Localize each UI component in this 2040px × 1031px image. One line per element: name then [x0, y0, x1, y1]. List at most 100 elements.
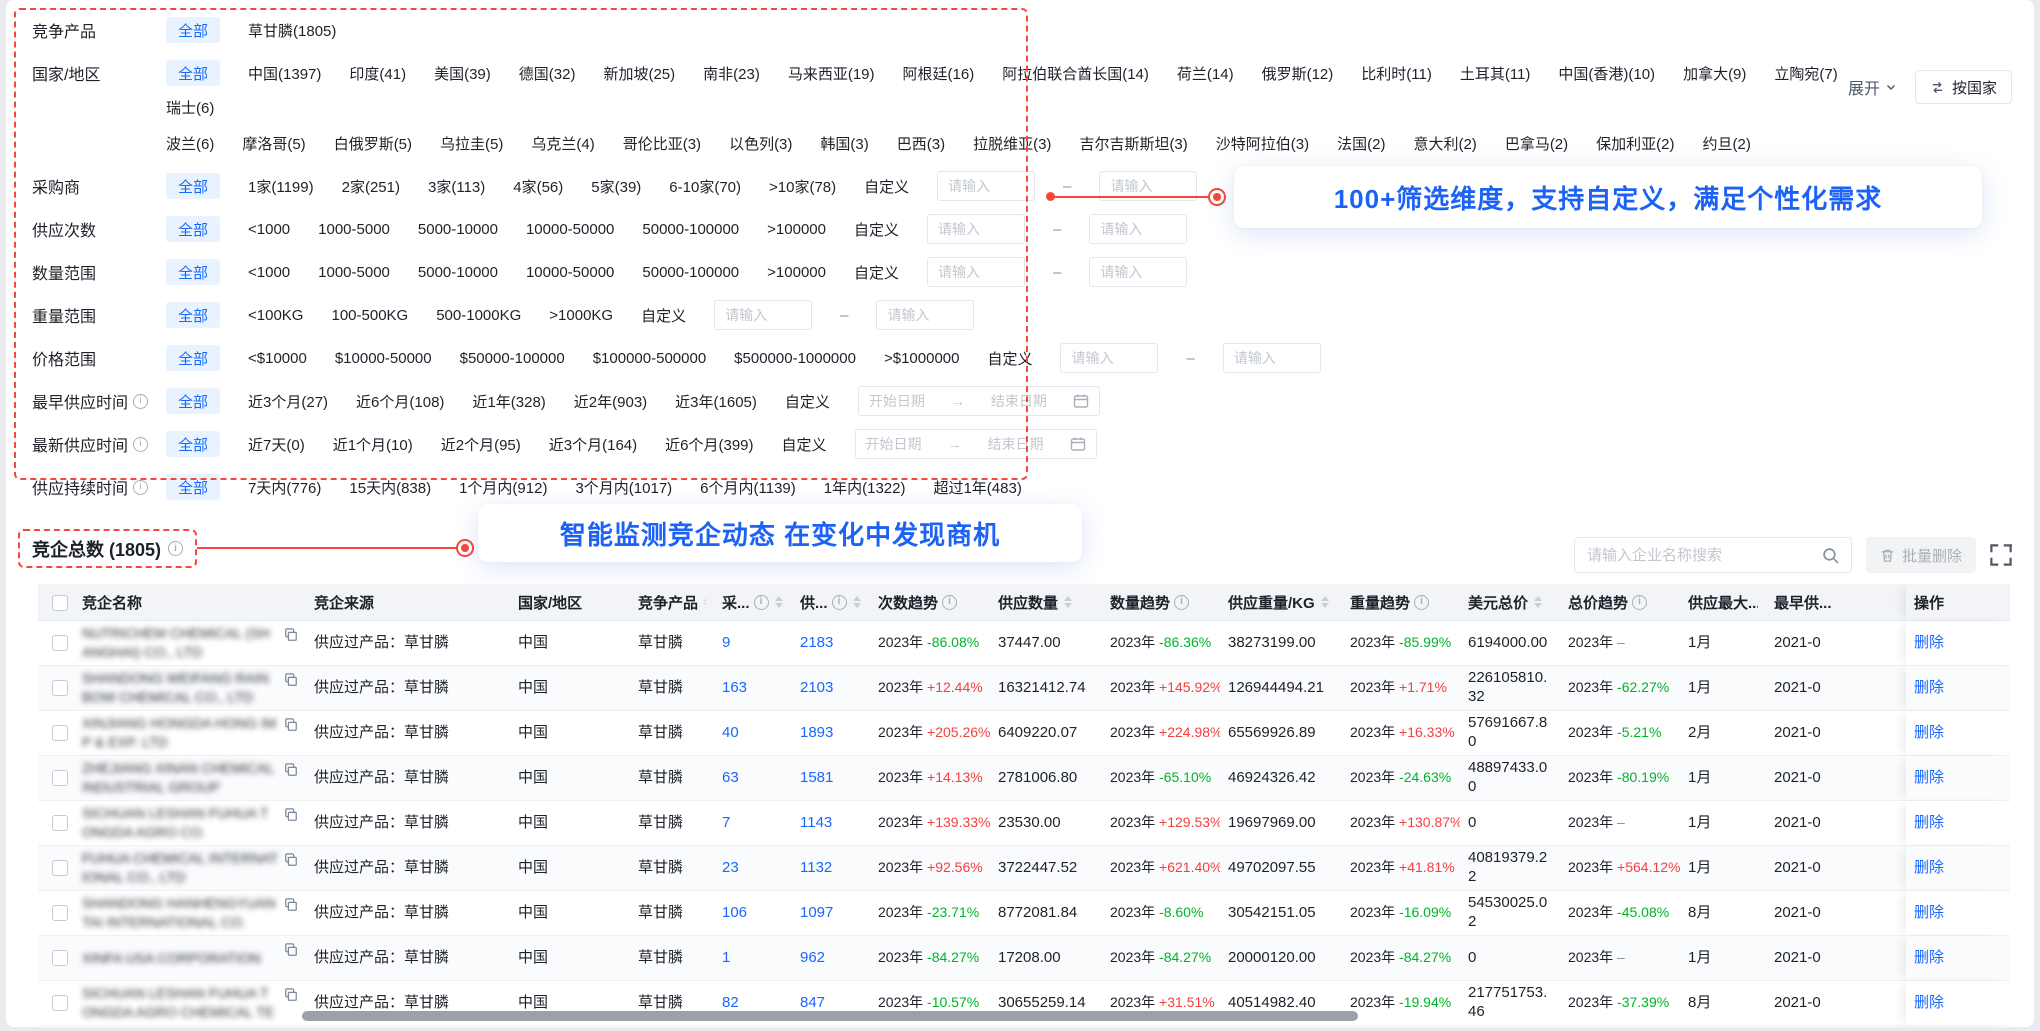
filter-custom-option[interactable]: 自定义	[641, 299, 686, 331]
filter-option[interactable]: 以色列(3)	[729, 127, 792, 159]
filter-option[interactable]: 南非(23)	[703, 57, 760, 89]
filter-option[interactable]: 100-500KG	[331, 299, 408, 331]
filter-option[interactable]: 近3年(1605)	[675, 385, 757, 417]
filter-option[interactable]: $10000-50000	[335, 342, 432, 374]
filter-option[interactable]: >100000	[767, 256, 826, 288]
search-icon[interactable]	[1822, 547, 1839, 564]
filter-option[interactable]: 中国(1397)	[248, 57, 321, 89]
count-link[interactable]: 847	[800, 994, 825, 1011]
filter-option[interactable]: 土耳其(11)	[1460, 57, 1531, 89]
filter-option[interactable]: 新加坡(25)	[603, 57, 675, 89]
count-link[interactable]: 1893	[800, 724, 833, 741]
buyers-link[interactable]: 163	[722, 679, 747, 696]
filter-option[interactable]: 德国(32)	[519, 57, 576, 89]
filter-option[interactable]: 中国(香港)(10)	[1558, 57, 1655, 89]
info-icon[interactable]: i	[133, 480, 148, 495]
filter-option[interactable]: 50000-100000	[642, 256, 739, 288]
filter-option[interactable]: 1000-5000	[318, 256, 390, 288]
filter-all-chip[interactable]: 全部	[166, 474, 220, 500]
filter-all-chip[interactable]: 全部	[166, 17, 220, 43]
buyers-link[interactable]: 40	[722, 724, 739, 741]
filter-option[interactable]: 近7天(0)	[248, 428, 305, 460]
info-icon[interactable]: i	[133, 437, 148, 452]
filter-custom-option[interactable]: 自定义	[987, 342, 1032, 374]
expand-toggle[interactable]: 展开	[1848, 75, 1897, 99]
filter-option[interactable]: 意大利(2)	[1413, 127, 1476, 159]
row-checkbox[interactable]	[52, 635, 68, 651]
filter-option[interactable]: 500-1000KG	[436, 299, 521, 331]
filter-option[interactable]: 白俄罗斯(5)	[334, 127, 412, 159]
buyers-link[interactable]: 9	[722, 634, 730, 651]
range-input[interactable]	[1060, 343, 1158, 373]
info-icon[interactable]: i	[168, 541, 183, 556]
date-range-input[interactable]: 开始日期→结束日期	[855, 429, 1097, 459]
copy-icon[interactable]	[284, 763, 298, 777]
range-input[interactable]	[937, 171, 1035, 201]
filter-custom-option[interactable]: 自定义	[785, 385, 830, 417]
batch-delete-button[interactable]: 批量删除	[1866, 537, 1976, 573]
filter-option[interactable]: >10家(78)	[769, 170, 836, 202]
info-icon[interactable]: i	[832, 595, 847, 610]
copy-icon[interactable]	[284, 808, 298, 822]
fullscreen-icon[interactable]	[1990, 544, 2012, 566]
filter-all-chip[interactable]: 全部	[166, 345, 220, 371]
filter-all-chip[interactable]: 全部	[166, 259, 220, 285]
range-input[interactable]	[714, 300, 812, 330]
filter-option[interactable]: 2家(251)	[342, 170, 400, 202]
row-checkbox[interactable]	[52, 725, 68, 741]
filter-option[interactable]: 乌克兰(4)	[531, 127, 594, 159]
filter-option[interactable]: 保加利亚(2)	[1596, 127, 1674, 159]
filter-option[interactable]: 哥伦比亚(3)	[623, 127, 701, 159]
row-checkbox[interactable]	[52, 860, 68, 876]
buyers-link[interactable]: 106	[722, 904, 747, 921]
buyers-link[interactable]: 63	[722, 769, 739, 786]
filter-option[interactable]: 吉尔吉斯斯坦(3)	[1079, 127, 1187, 159]
filter-option[interactable]: $100000-500000	[593, 342, 706, 374]
filter-option[interactable]: 波兰(6)	[166, 127, 214, 159]
filter-option[interactable]: <1000	[248, 213, 290, 245]
filter-option[interactable]: 拉脱维亚(3)	[973, 127, 1051, 159]
filter-option[interactable]: 近3个月(164)	[549, 428, 637, 460]
count-link[interactable]: 2183	[800, 634, 833, 651]
filter-option[interactable]: 马来西亚(19)	[788, 57, 875, 89]
range-input[interactable]	[927, 214, 1025, 244]
delete-link[interactable]: 删除	[1914, 994, 1944, 1011]
filter-option[interactable]: >1000KG	[549, 299, 613, 331]
filter-all-chip[interactable]: 全部	[166, 302, 220, 328]
row-checkbox[interactable]	[52, 950, 68, 966]
date-range-input[interactable]: 开始日期→结束日期	[858, 386, 1100, 416]
filter-option[interactable]: 约旦(2)	[1703, 127, 1751, 159]
filter-all-chip[interactable]: 全部	[166, 431, 220, 457]
copy-icon[interactable]	[284, 988, 298, 1002]
filter-option[interactable]: 法国(2)	[1337, 127, 1385, 159]
copy-icon[interactable]	[284, 628, 298, 642]
range-input[interactable]	[927, 257, 1025, 287]
filter-option[interactable]: 10000-50000	[526, 256, 614, 288]
filter-option[interactable]: $500000-1000000	[734, 342, 856, 374]
row-checkbox[interactable]	[52, 680, 68, 696]
row-checkbox[interactable]	[52, 995, 68, 1011]
filter-option[interactable]: 5000-10000	[418, 213, 498, 245]
filter-option[interactable]: 近1个月(10)	[333, 428, 413, 460]
filter-option[interactable]: 俄罗斯(12)	[1262, 57, 1334, 89]
sort-icon[interactable]	[704, 596, 706, 608]
filter-option[interactable]: <1000	[248, 256, 290, 288]
filter-option[interactable]: 6个月内(1139)	[700, 471, 796, 503]
filter-option[interactable]: 近6个月(108)	[356, 385, 444, 417]
filter-option[interactable]: 韩国(3)	[820, 127, 868, 159]
info-icon[interactable]: i	[1632, 595, 1647, 610]
copy-icon[interactable]	[284, 943, 298, 957]
filter-custom-option[interactable]: 自定义	[854, 256, 899, 288]
filter-option[interactable]: 4家(56)	[513, 170, 563, 202]
sort-icon[interactable]	[853, 596, 861, 608]
copy-icon[interactable]	[284, 853, 298, 867]
filter-option[interactable]: 美国(39)	[434, 57, 491, 89]
filter-option[interactable]: 1000-5000	[318, 213, 390, 245]
copy-icon[interactable]	[284, 673, 298, 687]
filter-all-chip[interactable]: 全部	[166, 173, 220, 199]
filter-option[interactable]: 近3个月(27)	[248, 385, 328, 417]
sort-icon[interactable]	[1321, 596, 1329, 608]
filter-option[interactable]: 乌拉圭(5)	[440, 127, 503, 159]
range-input[interactable]	[1223, 343, 1321, 373]
filter-option[interactable]: 近1年(328)	[472, 385, 545, 417]
